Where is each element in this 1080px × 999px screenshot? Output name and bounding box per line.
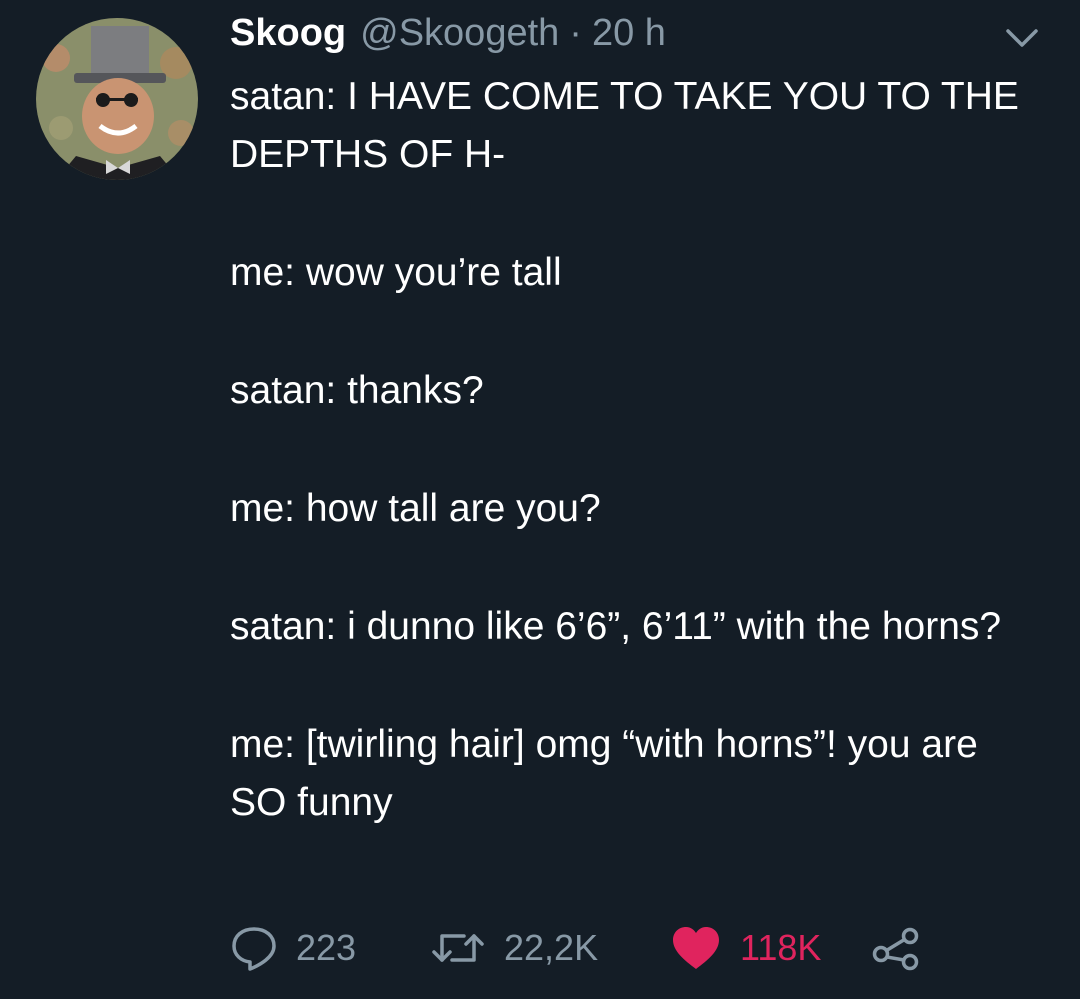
share-button[interactable] (870, 924, 922, 972)
tweet-paragraph: satan: I HAVE COME TO TAKE YOU TO THE DE… (230, 75, 1019, 176)
heart-icon (670, 924, 722, 972)
chevron-down-icon[interactable] (1004, 26, 1040, 50)
avatar[interactable] (36, 18, 198, 180)
author-name[interactable]: Skoog (230, 12, 346, 55)
timestamp[interactable]: 20 h (592, 12, 666, 55)
like-button[interactable]: 118K (670, 924, 870, 972)
reply-button[interactable]: 223 (230, 924, 430, 972)
tweet-paragraph: satan: i dunno like 6’6”, 6’11” with the… (230, 605, 1002, 648)
retweet-button[interactable]: 22,2K (430, 924, 670, 972)
tweet-paragraph: satan: thanks? (230, 369, 484, 412)
retweet-count: 22,2K (504, 927, 599, 968)
tweet-paragraph: me: wow you’re tall (230, 251, 562, 294)
tweet-text: satan: I HAVE COME TO TAKE YOU TO THE DE… (230, 68, 1030, 892)
retweet-arrows-icon (430, 924, 486, 972)
action-bar: 223 22,2K 118K (230, 920, 922, 976)
tweet-header: Skoog @Skoogeth · 20 h (230, 12, 666, 62)
like-count: 118K (740, 927, 822, 968)
reply-count: 223 (296, 927, 357, 968)
author-handle[interactable]: @Skoogeth (360, 12, 559, 55)
share-nodes-icon (870, 924, 922, 972)
tweet-paragraph: me: [twirling hair] omg “with horns”! yo… (230, 723, 978, 824)
speech-bubble-icon (230, 924, 278, 972)
separator-dot: · (569, 12, 582, 54)
tweet-paragraph: me: how tall are you? (230, 487, 601, 530)
tweet: Skoog @Skoogeth · 20 h satan: I HAVE COM… (0, 0, 1080, 999)
